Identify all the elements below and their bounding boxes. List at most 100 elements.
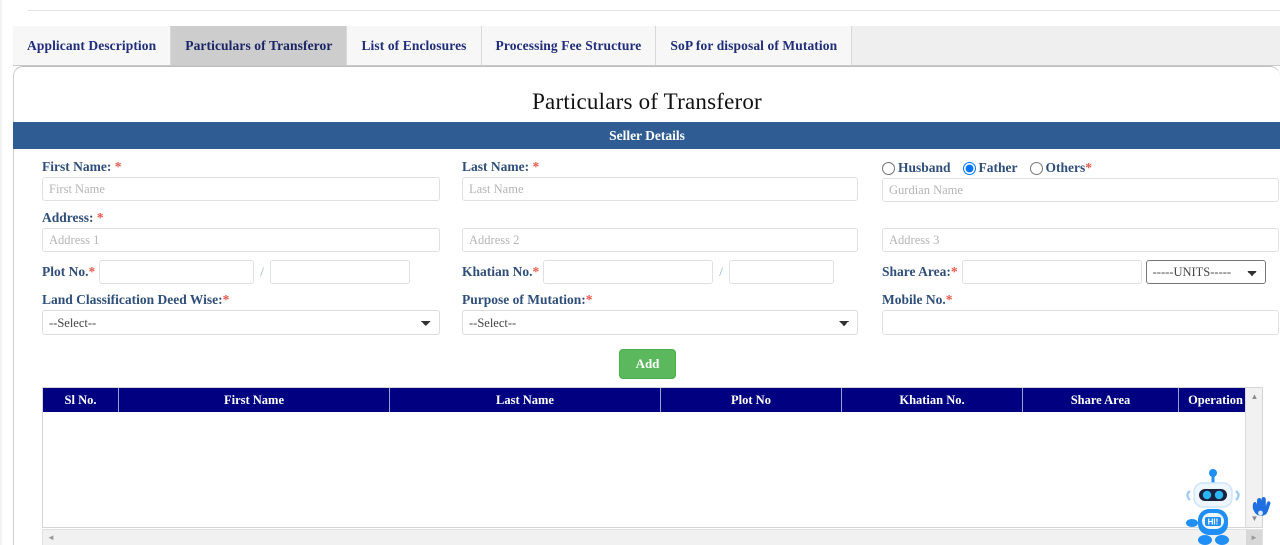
form-row-address: Address: * (14, 210, 1280, 252)
plot-no-separator: / (260, 264, 264, 279)
page-title: Particulars of Transferor (532, 89, 762, 114)
tab-label: Processing Fee Structure (495, 37, 642, 53)
table-horizontal-scrollbar[interactable]: ◄ ► (42, 529, 1263, 545)
mobile-no-label-text: Mobile No. (882, 292, 946, 307)
khatian-no-separator: / (719, 264, 723, 279)
address-2-input[interactable] (462, 228, 858, 252)
plot-no-label-text: Plot No. (42, 264, 89, 279)
khatian-no-group: Khatian No.* / (462, 260, 882, 284)
tab-list-of-enclosures[interactable]: List of Enclosures (347, 26, 482, 65)
radio-father[interactable]: Father (962, 159, 1026, 176)
radio-father-input[interactable] (962, 161, 976, 175)
seller-details-table-container: Sl No. First Name Last Name Plot No Khat… (42, 387, 1263, 528)
radio-husband-label: Husband (898, 159, 951, 175)
chatbot-chest-text: HI! (1208, 518, 1219, 527)
required-marker: * (950, 264, 958, 279)
table-header-row: Sl No. First Name Last Name Plot No Khat… (43, 388, 1252, 412)
radio-husband[interactable]: Husband (882, 160, 959, 176)
chatbot-robot-svg: HI! (1186, 469, 1240, 545)
seller-details-section-header: Seller Details (13, 122, 1280, 149)
scroll-left-icon[interactable]: ◄ (43, 530, 59, 545)
khatian-no-input-1[interactable] (543, 260, 714, 284)
purpose-of-mutation-select[interactable]: --Select-- (462, 310, 858, 335)
tab-bar-filler (852, 26, 1280, 65)
tab-label: Particulars of Transferor (185, 37, 333, 53)
tab-processing-fee-structure[interactable]: Processing Fee Structure (481, 26, 657, 65)
chatbot-robot-icon[interactable]: HI! (1174, 467, 1252, 545)
land-classification-select[interactable]: --Select-- (42, 310, 440, 335)
top-divider (28, 10, 1280, 11)
column-header-plot-no: Plot No (660, 388, 842, 412)
table-body (43, 412, 1252, 506)
form-row-names: First Name: * Last Name: * Husband Fat (14, 159, 1280, 202)
share-area-units-select[interactable]: -----UNITS----- (1145, 260, 1266, 284)
land-classification-group: Land Classification Deed Wise:* --Select… (14, 292, 462, 335)
seller-details-table: Sl No. First Name Last Name Plot No Khat… (43, 388, 1252, 506)
share-area-label-text: Share Area: (882, 264, 951, 279)
column-header-last-name: Last Name (389, 388, 661, 412)
radio-husband-input[interactable] (882, 161, 895, 175)
scroll-up-icon[interactable]: ▲ (1246, 388, 1262, 405)
first-name-label-text: First Name: (42, 159, 112, 174)
tab-sop-for-disposal-of-mutation[interactable]: SoP for disposal of Mutation (656, 26, 853, 65)
add-button[interactable]: Add (618, 349, 677, 379)
purpose-of-mutation-group: Purpose of Mutation:* --Select-- (462, 292, 882, 335)
plot-no-input-2[interactable] (269, 260, 410, 284)
share-area-input[interactable] (961, 260, 1142, 284)
first-name-group: First Name: * (14, 159, 462, 202)
plot-no-input-1[interactable] (99, 260, 255, 284)
required-marker: * (222, 292, 230, 307)
form-row-classification-purpose-mobile: Land Classification Deed Wise:* --Select… (14, 292, 1280, 335)
address-3-input[interactable] (882, 228, 1279, 252)
radio-others-label: Others (1045, 159, 1086, 175)
table-head: Sl No. First Name Last Name Plot No Khat… (43, 388, 1252, 412)
tab-particulars-of-transferor[interactable]: Particulars of Transferor (171, 26, 348, 65)
required-marker: * (114, 159, 122, 174)
plot-no-group: Plot No.* / (14, 260, 462, 284)
tab-label: SoP for disposal of Mutation (670, 37, 838, 53)
purpose-of-mutation-label-text: Purpose of Mutation: (462, 292, 586, 307)
tab-label: List of Enclosures (361, 37, 467, 53)
last-name-input[interactable] (462, 177, 858, 201)
share-area-label: Share Area:* (882, 264, 958, 280)
address-1-input[interactable] (42, 228, 440, 252)
form-row-plot-khatian-share: Plot No.* / Khatian No.* / Share Area:* … (14, 260, 1280, 284)
radio-others-input[interactable] (1029, 161, 1043, 175)
radio-father-label: Father (978, 159, 1018, 175)
mobile-no-input[interactable] (882, 310, 1279, 335)
required-marker: * (532, 264, 540, 279)
required-marker: * (585, 292, 593, 307)
section-header-label: Seller Details (609, 127, 685, 143)
tab-applicant-description[interactable]: Applicant Description (13, 26, 172, 65)
mobile-no-group: Mobile No.* (882, 292, 1280, 335)
last-name-label: Last Name: * (462, 159, 874, 175)
guardian-group: Husband Father Others* (882, 159, 1280, 202)
add-button-container: Add (14, 335, 1280, 379)
tab-label: Applicant Description (27, 37, 157, 53)
address-label: Address: * (42, 210, 454, 226)
page-left-edge (0, 0, 2, 545)
last-name-label-text: Last Name: (462, 159, 530, 174)
address-3-group (882, 210, 1280, 252)
last-name-group: Last Name: * (462, 159, 882, 202)
radio-others[interactable]: Others* (1029, 159, 1092, 176)
guardian-name-input[interactable] (882, 178, 1279, 202)
khatian-no-input-2[interactable] (728, 260, 834, 284)
plot-no-label: Plot No.* (42, 264, 95, 280)
chatbot-waving-hand-icon (1248, 495, 1274, 521)
table-empty-row (43, 412, 1252, 506)
land-classification-label-text: Land Classification Deed Wise: (42, 292, 223, 307)
first-name-label: First Name: * (42, 159, 454, 175)
seller-details-form: First Name: * Last Name: * Husband Fat (14, 159, 1280, 379)
khatian-no-label-text: Khatian No. (462, 264, 533, 279)
guardian-relation-radio-group: Husband Father Others* (882, 159, 1273, 176)
waving-hand-svg (1252, 497, 1271, 516)
share-area-group: Share Area:* -----UNITS----- (882, 260, 1280, 284)
land-classification-label: Land Classification Deed Wise:* (42, 292, 454, 308)
first-name-input[interactable] (42, 177, 440, 201)
address-1-group: Address: * (14, 210, 462, 252)
column-header-operation: Operation (1178, 388, 1252, 412)
address-2-group (462, 210, 882, 252)
content-panel: Particulars of Transferor Seller Details… (13, 66, 1280, 545)
column-header-sl-no: Sl No. (43, 388, 119, 412)
